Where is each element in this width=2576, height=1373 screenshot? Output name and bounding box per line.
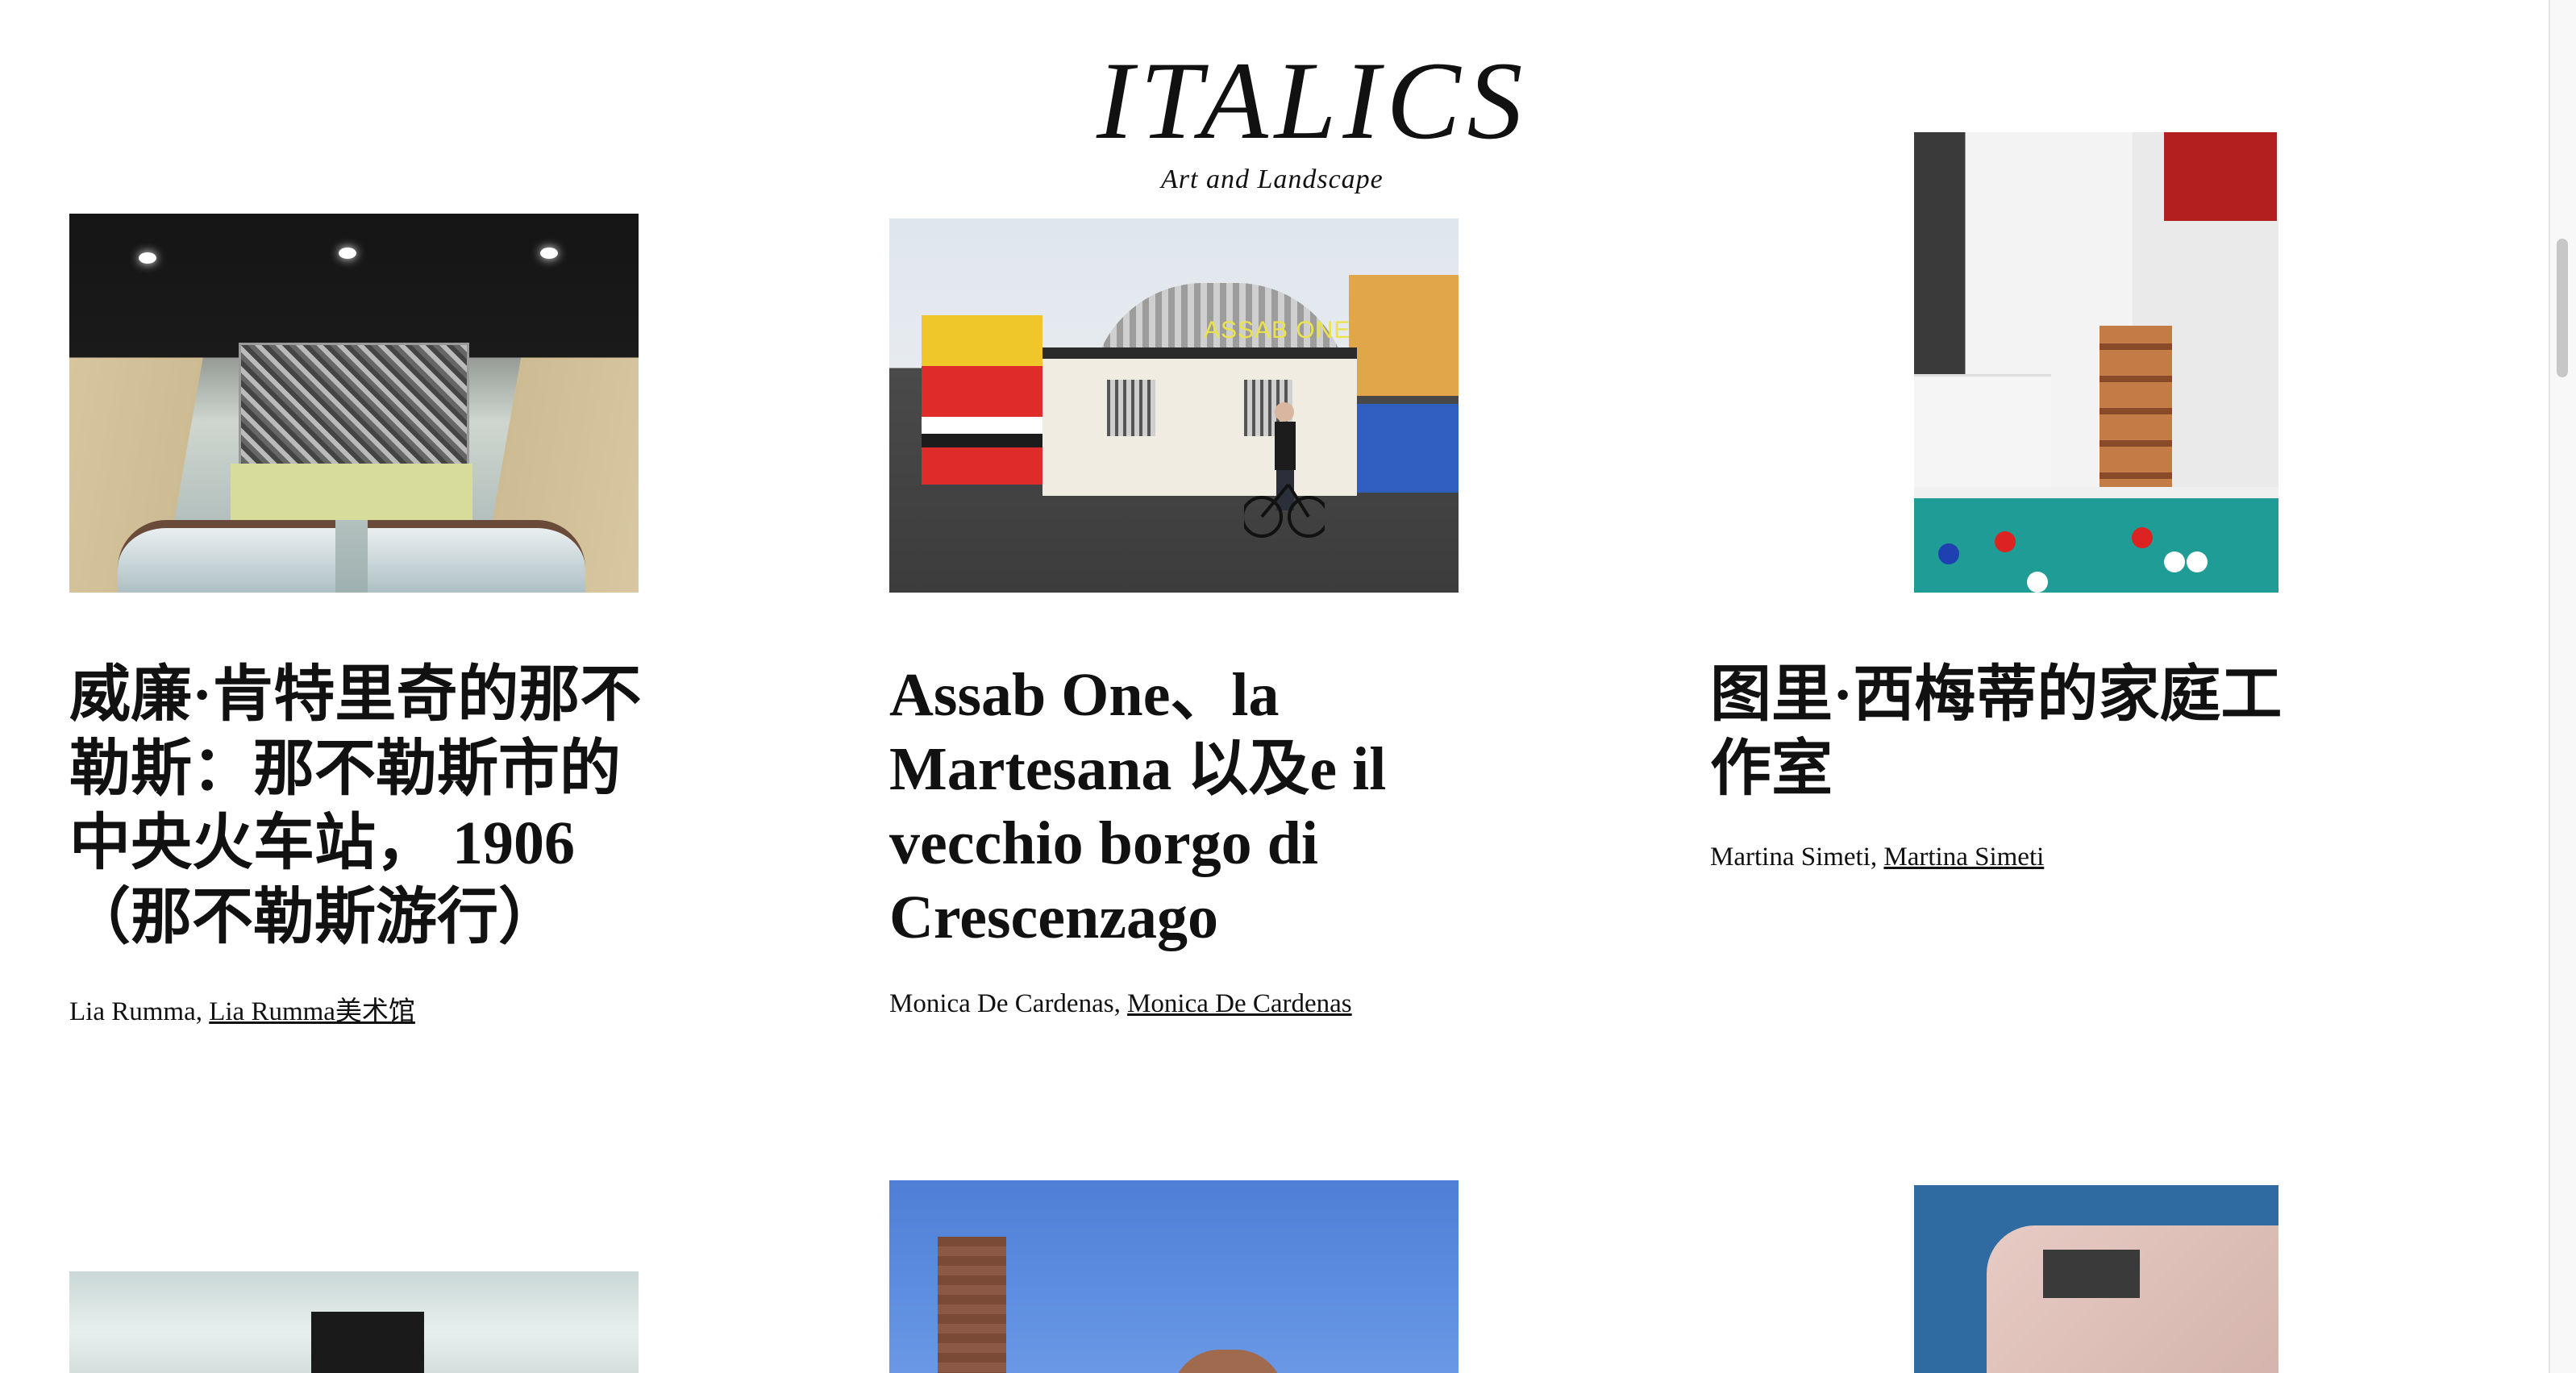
artist-name: Monica De Cardenas, <box>889 989 1121 1018</box>
ceiling-light <box>540 248 558 259</box>
scrollbar-thumb[interactable] <box>2557 239 2568 377</box>
site-logo[interactable]: ITALICS Art and Landscape <box>1097 39 1529 195</box>
billiard-ball <box>1938 543 1959 564</box>
page: ITALICS Art and Landscape 威廉·肯特里奇的那不勒斯：那… <box>0 0 2576 1373</box>
venue-link[interactable]: Lia Rumma美术馆 <box>209 997 415 1026</box>
platform <box>231 464 472 520</box>
blue-gate <box>1357 404 1459 493</box>
article-credits: Monica De Cardenas, Monica De Cardenas <box>889 989 1470 1019</box>
pool-table <box>1914 487 2278 593</box>
shelf <box>2100 326 2172 511</box>
site-subtitle: Art and Landscape <box>1161 164 1384 194</box>
artist-name: Lia Rumma, <box>69 997 202 1026</box>
colored-wall <box>922 315 1042 485</box>
building-sign: ASSAB ONE <box>1204 317 1351 343</box>
article-image[interactable] <box>69 1271 639 1373</box>
article-image[interactable] <box>1914 132 2278 593</box>
window <box>2043 1250 2140 1298</box>
article-credits: Lia Rumma, Lia Rumma美术馆 <box>69 989 650 1028</box>
dome-roof <box>1171 1350 1284 1373</box>
article-title[interactable]: 威廉·肯特里奇的那不勒斯：那不勒斯市的中央火车站， 1906（那不勒斯游行） <box>69 658 642 955</box>
cabinet <box>1914 374 2051 506</box>
billiard-ball <box>2027 572 2048 593</box>
venue-link[interactable]: Martina Simeti <box>1883 843 2044 872</box>
article-image[interactable] <box>889 1180 1459 1373</box>
escalator <box>118 520 335 593</box>
artist-name: Martina Simeti, <box>1710 843 1878 872</box>
modernist-building <box>1987 1225 2278 1373</box>
site-title: ITALICS <box>1097 39 1529 162</box>
billiard-ball <box>2164 551 2185 572</box>
article-image[interactable]: ASSAB ONE <box>889 218 1459 593</box>
cyclist-figure <box>1244 402 1325 538</box>
dark-object <box>311 1312 424 1373</box>
article-image[interactable] <box>1914 1185 2278 1373</box>
ceiling-light <box>339 248 356 259</box>
escalator <box>368 520 585 593</box>
ceiling-light <box>139 252 156 264</box>
red-wall <box>2164 132 2277 221</box>
venue-link[interactable]: Monica De Cardenas <box>1127 989 1352 1018</box>
billiard-ball <box>1995 531 2016 552</box>
article-credits: Martina Simeti, Martina Simeti <box>1710 843 2291 872</box>
article-image[interactable] <box>69 214 639 593</box>
window <box>1107 380 1155 436</box>
article-title[interactable]: 图里·西梅蒂的家庭工作室 <box>1710 658 2283 806</box>
building-facade <box>1349 275 1459 396</box>
article-title[interactable]: Assab One、la Martesana 以及e il vecchio bo… <box>889 658 1459 955</box>
scrollbar[interactable] <box>2549 0 2576 1373</box>
billiard-ball <box>2132 527 2153 548</box>
bell-tower <box>938 1237 1006 1373</box>
billiard-ball <box>2187 551 2208 572</box>
